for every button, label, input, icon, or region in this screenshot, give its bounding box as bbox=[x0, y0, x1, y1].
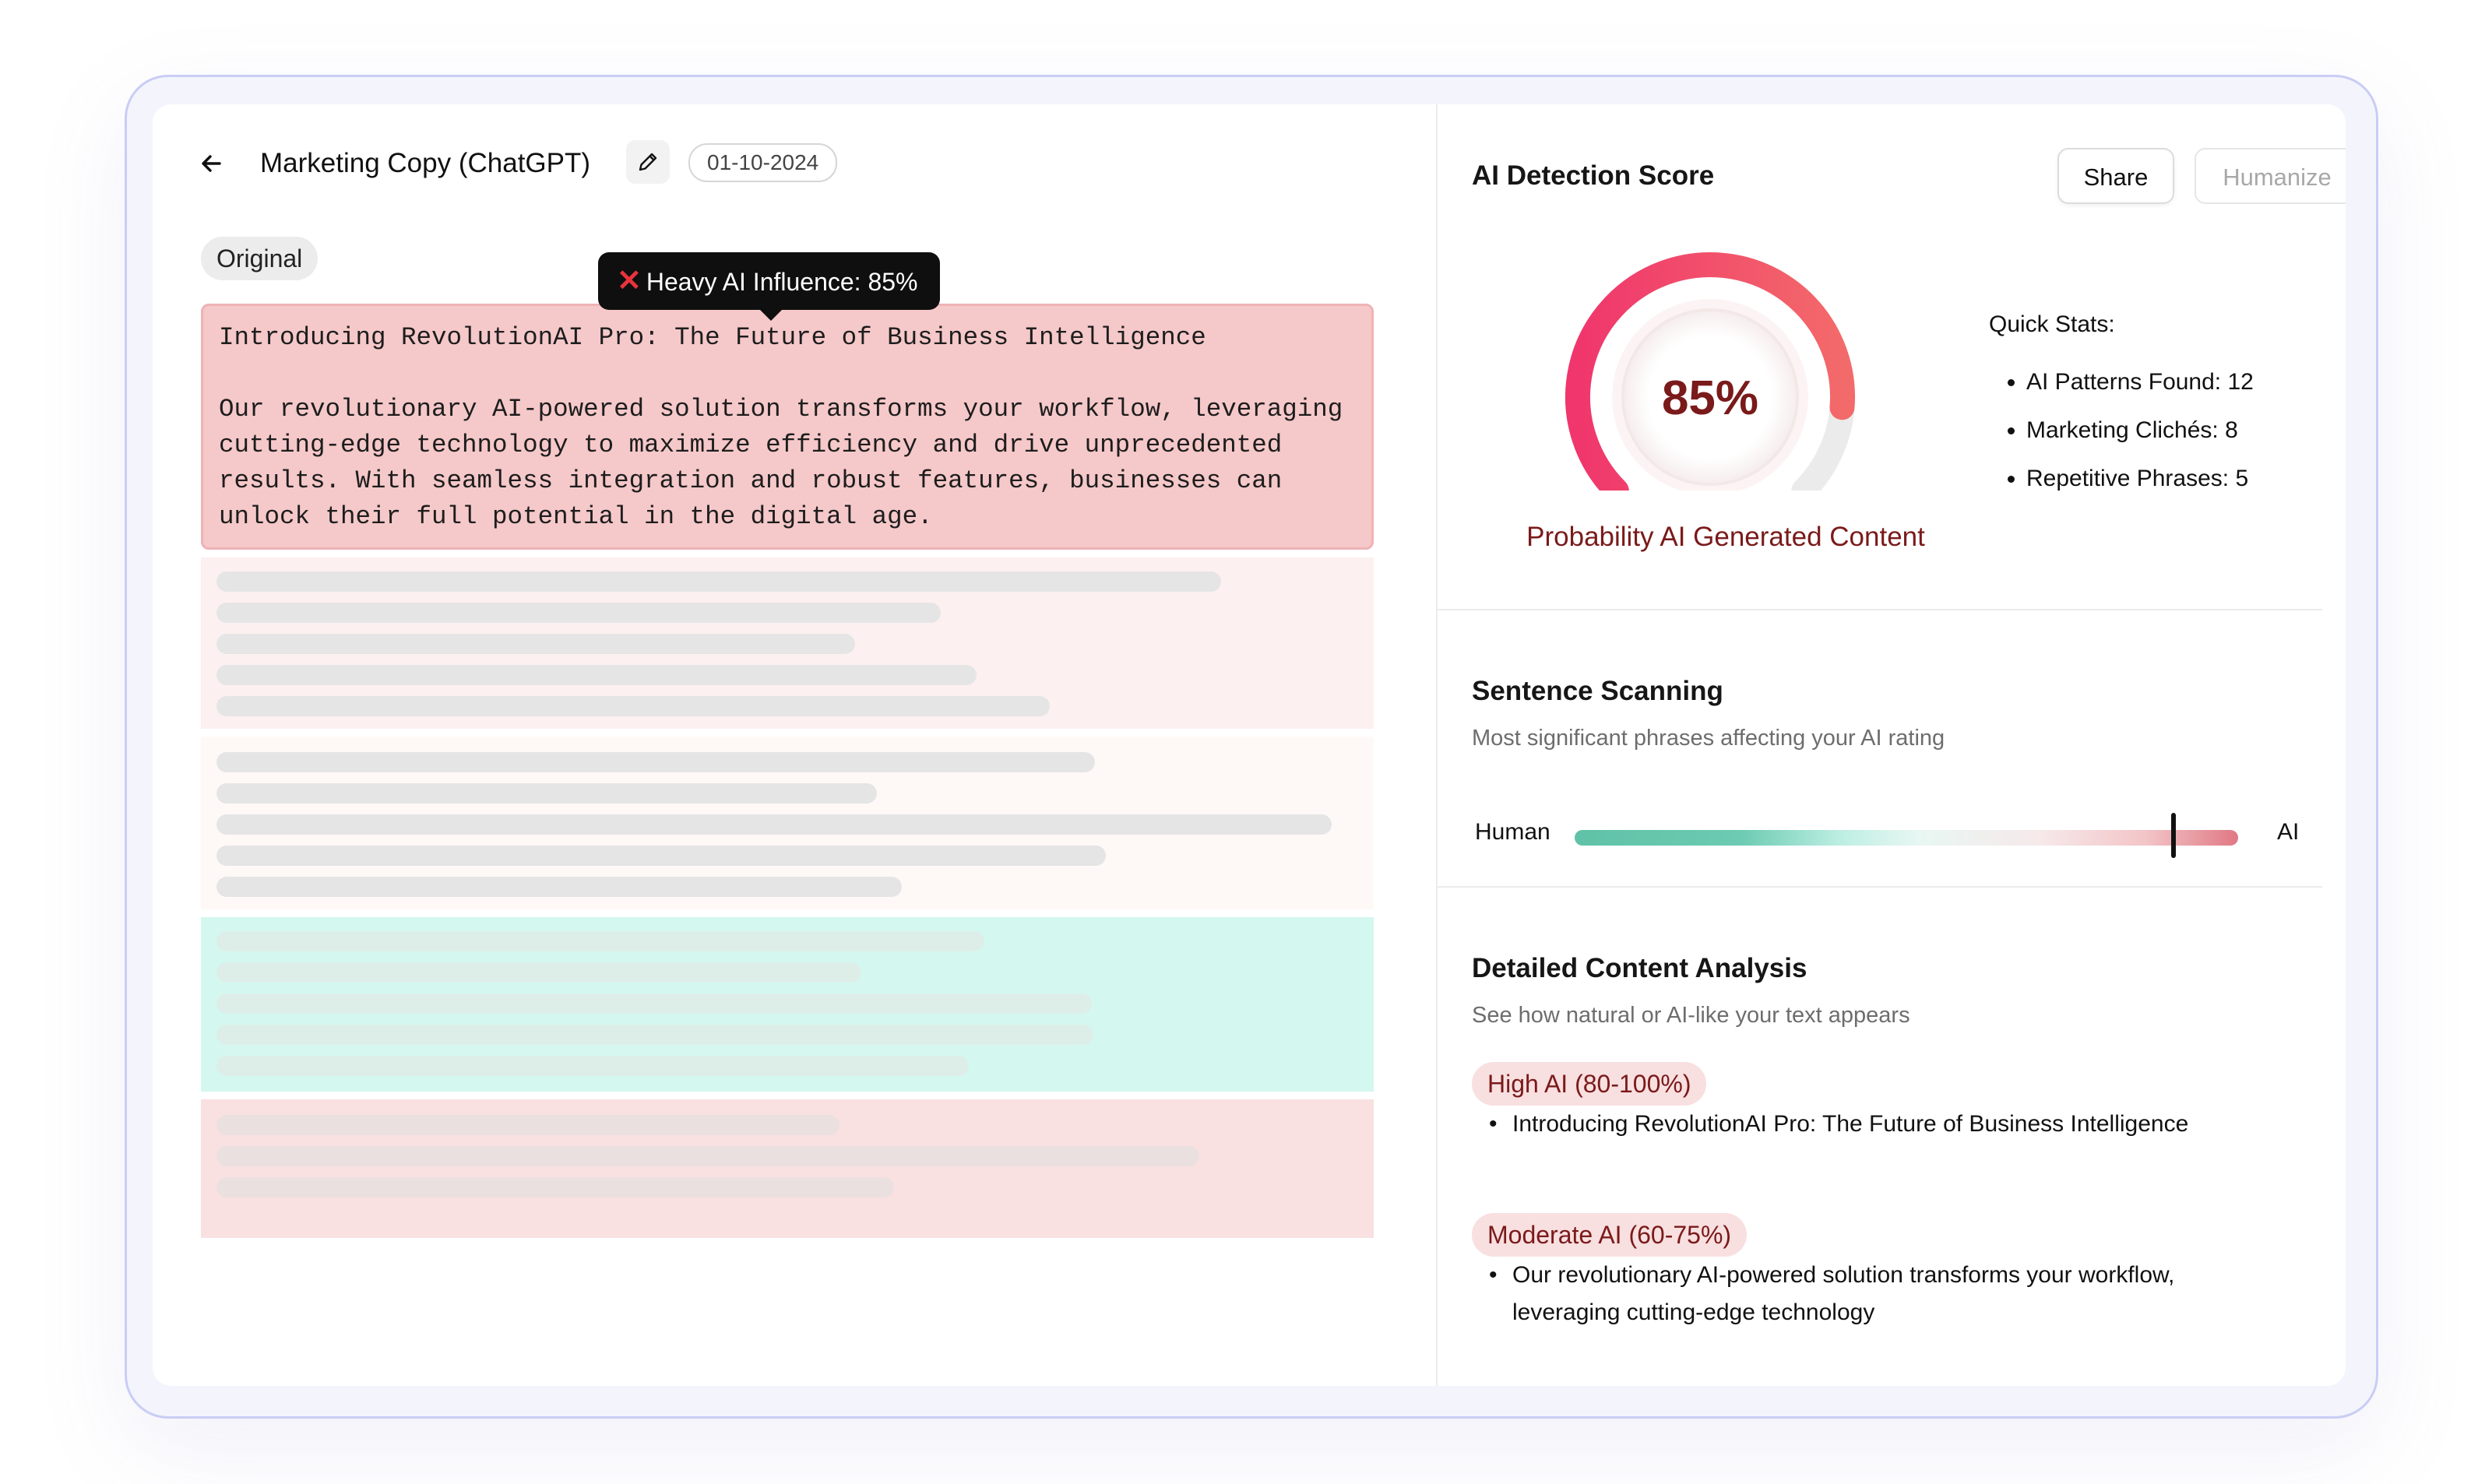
human-ai-scale bbox=[1575, 830, 2238, 846]
text-body: Our revolutionary AI-powered solution tr… bbox=[219, 395, 1343, 531]
placeholder-line bbox=[216, 1115, 839, 1135]
placeholder-line bbox=[216, 1177, 894, 1197]
edit-title-button[interactable] bbox=[626, 140, 670, 184]
placeholder-line bbox=[216, 1025, 1093, 1045]
stat-ai-patterns: AI Patterns Found: 12 bbox=[2026, 358, 2254, 406]
text-block-placeholder[interactable] bbox=[201, 557, 1374, 729]
section-divider bbox=[1438, 886, 2322, 888]
highlighted-text-block[interactable]: Introducing RevolutionAI Pro: The Future… bbox=[201, 304, 1374, 550]
detection-title: AI Detection Score bbox=[1472, 160, 1715, 191]
humanize-button[interactable]: Humanize bbox=[2195, 148, 2346, 204]
analysis-title: Detailed Content Analysis bbox=[1472, 953, 1807, 983]
results-panel: AI Detection Score Share Humanize 85% Pr… bbox=[1438, 104, 2346, 1386]
placeholder-line bbox=[216, 603, 941, 623]
section-divider bbox=[1438, 609, 2322, 610]
analysis-subtitle: See how natural or AI-like your text app… bbox=[1472, 1003, 1910, 1028]
level-badge-moderate[interactable]: Moderate AI (60-75%) bbox=[1472, 1213, 1748, 1257]
editor-panel: Marketing Copy (ChatGPT) 01-10-2024 Orig… bbox=[153, 104, 1436, 1386]
date-badge: 01-10-2024 bbox=[688, 143, 838, 182]
placeholder-line bbox=[216, 752, 1095, 772]
document-title: Marketing Copy (ChatGPT) bbox=[260, 148, 591, 178]
text-block-placeholder[interactable] bbox=[201, 1099, 1374, 1238]
placeholder-line bbox=[216, 846, 1106, 866]
list-item[interactable]: • Our revolutionary AI-powered solution … bbox=[1489, 1257, 2221, 1331]
x-mark-icon: ✕ bbox=[617, 265, 642, 297]
back-arrow-icon[interactable] bbox=[193, 145, 231, 182]
placeholder-line bbox=[216, 696, 1050, 716]
placeholder-line bbox=[216, 1146, 1199, 1166]
placeholder-line bbox=[216, 962, 861, 983]
quick-stats-list: AI Patterns Found: 12 Marketing Clichés:… bbox=[1989, 358, 2254, 503]
score-gauge: 85% bbox=[1565, 251, 1855, 491]
tooltip-text: Heavy AI Influence: 85% bbox=[646, 268, 918, 296]
placeholder-line bbox=[216, 1056, 969, 1076]
placeholder-line bbox=[216, 931, 984, 951]
share-button[interactable]: Share bbox=[2057, 148, 2174, 204]
app-window: Marketing Copy (ChatGPT) 01-10-2024 Orig… bbox=[153, 104, 2346, 1386]
placeholder-line bbox=[216, 634, 855, 654]
version-tag[interactable]: Original bbox=[201, 237, 319, 280]
scale-ai-label: AI bbox=[2277, 819, 2300, 845]
placeholder-line bbox=[216, 877, 902, 897]
placeholder-line bbox=[216, 783, 877, 804]
scale-human-label: Human bbox=[1475, 819, 1550, 845]
text-block-placeholder[interactable] bbox=[201, 917, 1374, 1092]
stat-repetitive-phrases: Repetitive Phrases: 5 bbox=[2026, 455, 2254, 503]
scanning-subtitle: Most significant phrases affecting your … bbox=[1472, 726, 1945, 751]
level-badge-high[interactable]: High AI (80-100%) bbox=[1472, 1062, 1707, 1106]
placeholder-line bbox=[216, 993, 1092, 1014]
scanning-title: Sentence Scanning bbox=[1472, 676, 1723, 706]
scale-marker[interactable] bbox=[2171, 813, 2176, 858]
probability-label: Probability AI Generated Content bbox=[1526, 522, 1925, 552]
text-heading: Introducing RevolutionAI Pro: The Future… bbox=[219, 323, 1206, 352]
pencil-icon bbox=[639, 153, 657, 171]
ai-influence-tooltip: ✕ Heavy AI Influence: 85% bbox=[598, 252, 940, 321]
quick-stats-title: Quick Stats: bbox=[1989, 311, 2115, 337]
placeholder-line bbox=[216, 665, 977, 685]
score-value: 85% bbox=[1662, 371, 1758, 425]
placeholder-line bbox=[216, 814, 1332, 835]
stat-marketing-cliches: Marketing Clichés: 8 bbox=[2026, 406, 2254, 455]
list-item[interactable]: • Introducing RevolutionAI Pro: The Futu… bbox=[1489, 1106, 2314, 1143]
placeholder-line bbox=[216, 571, 1221, 592]
text-block-placeholder[interactable] bbox=[201, 737, 1374, 909]
